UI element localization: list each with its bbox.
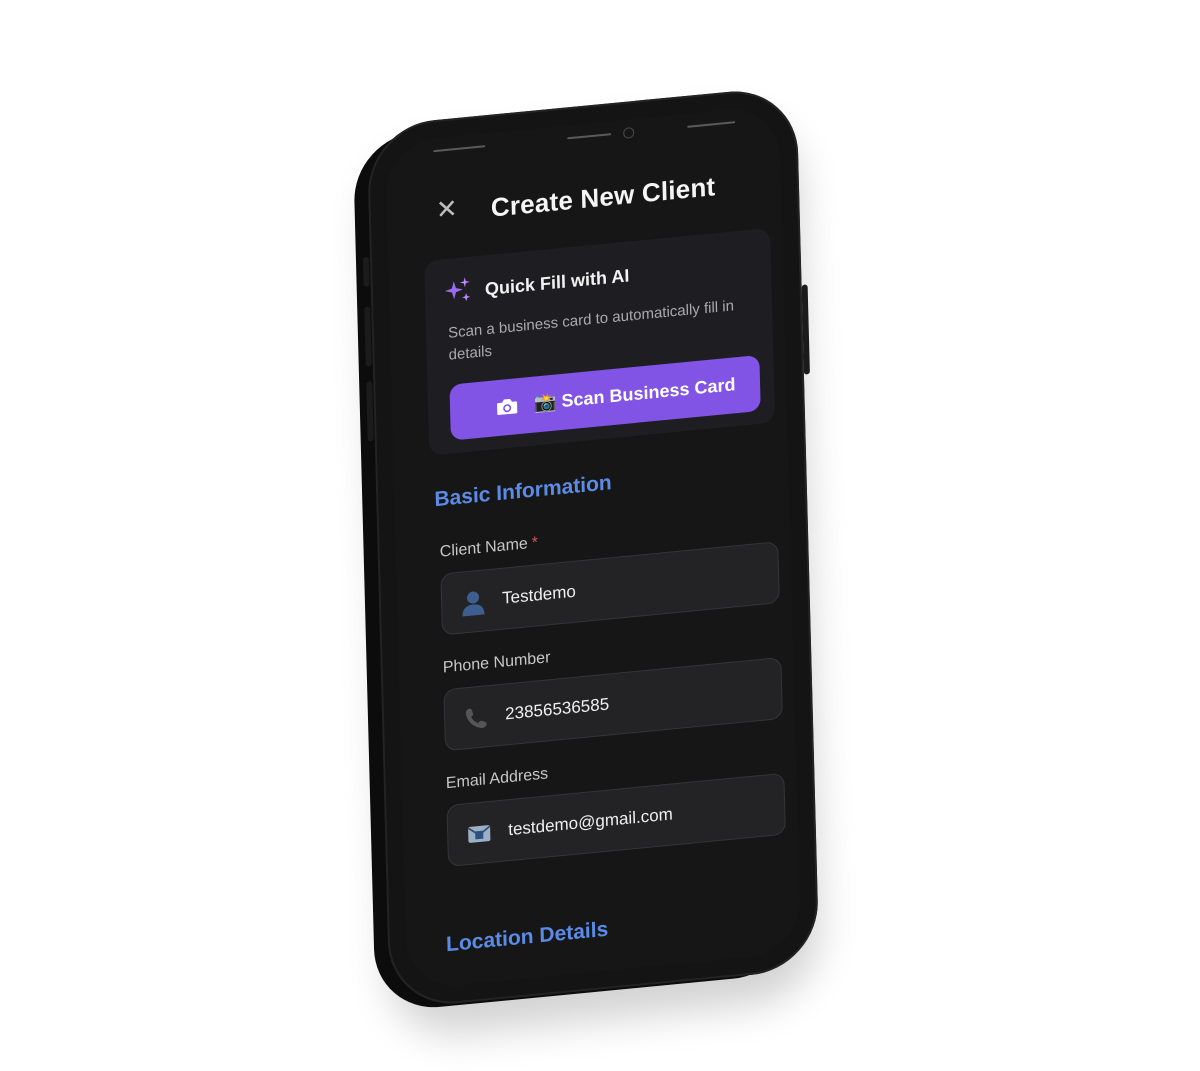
person-icon — [462, 591, 485, 617]
close-icon[interactable]: ✕ — [435, 193, 460, 225]
client-name-label-text: Client Name — [439, 535, 529, 561]
app-screen: ✕ Create New Client Quick Fill with AI S… — [384, 104, 802, 991]
status-bar-right — [687, 121, 736, 128]
volume-up-button — [364, 306, 372, 367]
section-location-details: Location Details — [445, 917, 609, 957]
email-address-input[interactable] — [507, 793, 769, 843]
sparkle-icon — [444, 277, 471, 302]
section-basic-information: Basic Information — [434, 471, 613, 512]
scan-business-card-button[interactable]: 📸 Scan Business Card — [449, 354, 761, 441]
camera-icon — [497, 398, 518, 416]
phone-icon — [465, 708, 487, 728]
power-button — [801, 284, 810, 375]
envelope-icon — [467, 825, 491, 843]
quick-fill-title: Quick Fill with AI — [484, 265, 630, 300]
front-camera — [623, 126, 635, 139]
client-name-label: Client Name * — [440, 534, 539, 561]
page-title: Create New Client — [490, 171, 716, 223]
status-bar-left — [433, 145, 486, 153]
header: ✕ Create New Client — [386, 163, 781, 241]
stage: ✕ Create New Client Quick Fill with AI S… — [0, 0, 1200, 1071]
phone-frame: ✕ Create New Client Quick Fill with AI S… — [362, 85, 820, 1010]
required-indicator: * — [531, 534, 539, 552]
speaker-grille — [567, 133, 612, 140]
volume-down-button — [366, 381, 374, 442]
scan-button-label: 📸 Scan Business Card — [533, 374, 736, 414]
client-name-input[interactable] — [501, 561, 763, 611]
phone-number-label: Phone Number — [442, 649, 551, 677]
phone-number-input[interactable] — [504, 677, 766, 727]
quick-fill-card: Quick Fill with AI Scan a business card … — [424, 227, 776, 456]
mute-switch — [362, 256, 370, 287]
email-address-label: Email Address — [445, 765, 549, 793]
quick-fill-description: Scan a business card to automatically fi… — [447, 297, 735, 364]
